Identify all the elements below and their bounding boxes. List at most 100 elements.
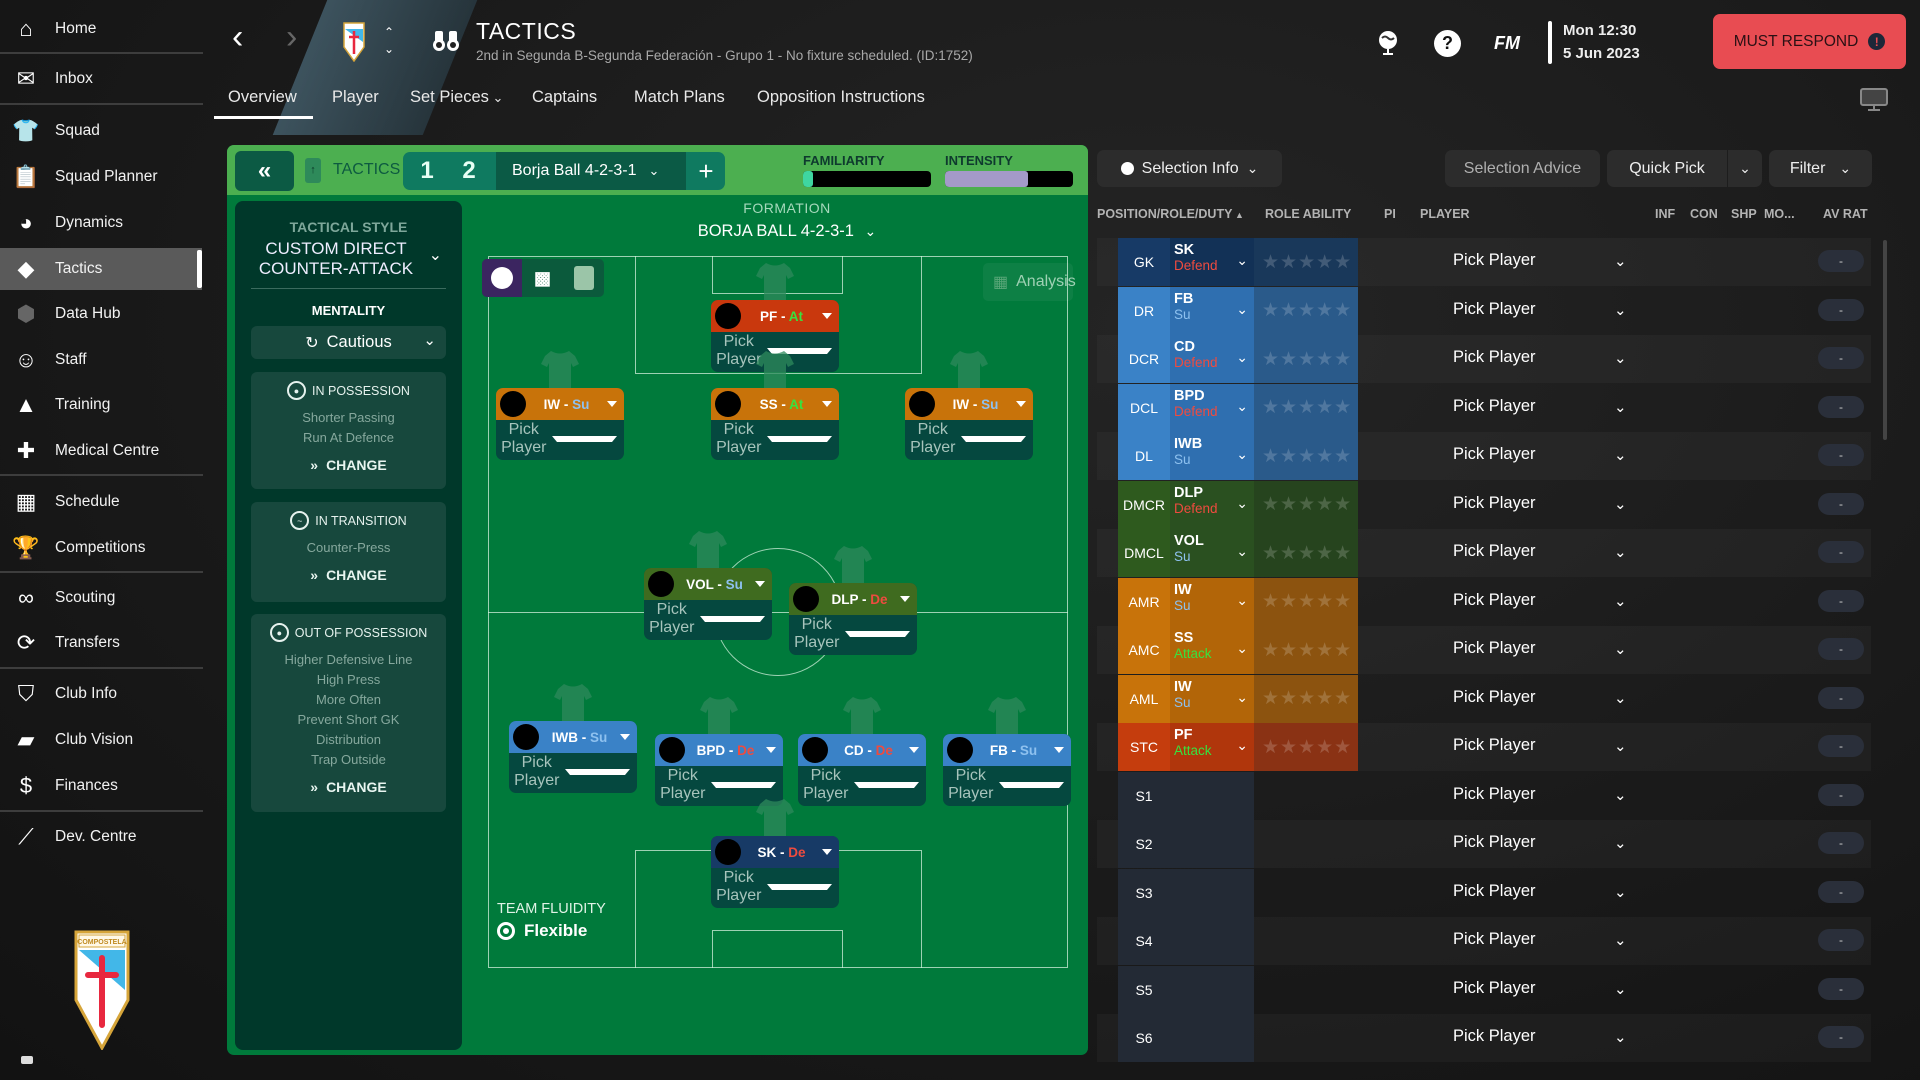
in-transition-change-button[interactable]: » CHANGE xyxy=(251,567,446,583)
table-row[interactable]: DCR CD Defend ⌄ ★★★★★ Pick Player ⌄ - xyxy=(1097,335,1871,383)
bar-chart-icon[interactable]: ▩ xyxy=(522,259,563,297)
column-header-con[interactable]: CON xyxy=(1690,207,1718,221)
tab-captains[interactable]: Captains xyxy=(532,88,597,107)
in-possession-change-button[interactable]: » CHANGE xyxy=(251,457,446,473)
chevron-down-icon[interactable]: ⌄ xyxy=(1614,689,1627,707)
column-header-pi[interactable]: PI xyxy=(1384,207,1396,221)
intensity-bar[interactable] xyxy=(945,171,1073,187)
player-role-slot[interactable]: FB - Su Pick Player xyxy=(943,734,1071,806)
column-header-mo[interactable]: MO... xyxy=(1764,207,1795,221)
chevron-down-icon[interactable]: ⌄ xyxy=(1614,786,1627,804)
pick-player-select[interactable]: Pick Player xyxy=(711,869,839,904)
role-duty-select[interactable]: VOL Su ⌄ xyxy=(1170,529,1254,577)
table-row[interactable]: DMCL VOL Su ⌄ ★★★★★ Pick Player ⌄ - xyxy=(1097,529,1871,577)
role-duty-select[interactable]: PF Attack ⌄ xyxy=(1170,723,1254,771)
role-header[interactable]: BPD - De xyxy=(655,734,783,766)
role-header[interactable]: SS - At xyxy=(711,388,839,420)
role-header[interactable]: DLP - De xyxy=(789,583,917,615)
role-duty-select[interactable]: FB Su ⌄ xyxy=(1170,286,1254,335)
pick-player-select[interactable]: Pick Player xyxy=(711,421,839,456)
player-select-label[interactable]: Pick Player xyxy=(1453,688,1536,707)
sidebar-item-home[interactable]: ⌂ Home xyxy=(0,8,202,50)
player-select-label[interactable]: Pick Player xyxy=(1453,979,1536,998)
table-row[interactable]: DMCR DLP Defend ⌄ ★★★★★ Pick Player ⌄ - xyxy=(1097,480,1871,529)
chevron-down-icon[interactable]: ⌄ xyxy=(1614,640,1627,658)
tab-overview[interactable]: Overview xyxy=(214,88,313,119)
player-role-slot[interactable]: IW - Su Pick Player xyxy=(905,388,1033,460)
player-select-label[interactable]: Pick Player xyxy=(1453,397,1536,416)
player-select-label[interactable]: Pick Player xyxy=(1453,348,1536,367)
globe-icon[interactable] xyxy=(1377,30,1399,61)
selection-info-button[interactable]: Selection Info ⌄ xyxy=(1097,150,1282,187)
sidebar-item-schedule[interactable]: ▦ Schedule xyxy=(0,481,202,523)
club-switch-arrows-icon[interactable]: ⌃ ⌄ xyxy=(384,24,394,58)
tab-set-pieces[interactable]: Set Pieces ⌄ xyxy=(410,88,503,107)
table-row[interactable]: S6 Pick Player ⌄ - xyxy=(1097,1014,1871,1062)
pick-player-select[interactable]: Pick Player xyxy=(789,616,917,651)
formation-select[interactable]: BORJA BALL 4-2-3-1 ⌄ xyxy=(557,222,1017,241)
chevron-down-icon[interactable]: ⌄ xyxy=(1614,398,1627,416)
player-role-slot[interactable]: SK - De Pick Player xyxy=(711,836,839,908)
sidebar-item-tactics[interactable]: ◆ Tactics xyxy=(0,248,202,290)
sidebar-item-squad[interactable]: 👕 Squad xyxy=(0,110,202,152)
chevron-down-icon[interactable]: ⌄ xyxy=(1614,252,1627,270)
player-select-label[interactable]: Pick Player xyxy=(1453,833,1536,852)
pick-player-select[interactable]: Pick Player xyxy=(943,767,1071,802)
back-arrow-icon[interactable]: ‹ xyxy=(232,18,243,57)
player-select-label[interactable]: Pick Player xyxy=(1453,542,1536,561)
role-header[interactable]: FB - Su xyxy=(943,734,1071,766)
column-header-shp[interactable]: SHP xyxy=(1731,207,1757,221)
role-header[interactable]: IW - Su xyxy=(496,388,624,420)
tab-opposition-instructions[interactable]: Opposition Instructions xyxy=(757,88,925,107)
role-duty-select[interactable]: IWB Su ⌄ xyxy=(1170,432,1254,480)
must-respond-button[interactable]: MUST RESPOND ! xyxy=(1713,14,1906,69)
screen-icon[interactable] xyxy=(1860,88,1888,117)
pick-player-select[interactable]: Pick Player xyxy=(644,601,772,636)
out-of-possession-change-button[interactable]: » CHANGE xyxy=(251,779,446,795)
role-header[interactable]: VOL - Su xyxy=(644,568,772,600)
table-row[interactable]: S3 Pick Player ⌄ - xyxy=(1097,868,1871,917)
role-duty-select[interactable]: IW Su ⌄ xyxy=(1170,577,1254,626)
sidebar-item-staff[interactable]: ☺ Staff xyxy=(0,339,202,381)
chevron-down-icon[interactable]: ⌄ xyxy=(1614,1028,1627,1046)
pick-player-select[interactable]: Pick Player xyxy=(496,421,624,456)
chevron-down-icon[interactable]: ⌄ xyxy=(1614,592,1627,610)
player-select-label[interactable]: Pick Player xyxy=(1453,494,1536,513)
role-duty-select[interactable]: IW Su ⌄ xyxy=(1170,674,1254,723)
sidebar-item-transfers[interactable]: ⟳ Transfers xyxy=(0,622,202,664)
tab-player[interactable]: Player xyxy=(332,88,379,107)
chevron-down-icon[interactable]: ⌄ xyxy=(1614,446,1627,464)
chevron-down-icon[interactable]: ⌄ xyxy=(1614,883,1627,901)
tactics-board-icon[interactable] xyxy=(563,259,604,297)
sidebar-item-inbox[interactable]: ✉ Inbox xyxy=(0,58,202,100)
tactic-select[interactable]: Borja Ball 4-2-3-1 ⌄ xyxy=(496,152,686,190)
table-row[interactable]: AML IW Su ⌄ ★★★★★ Pick Player ⌄ - xyxy=(1097,674,1871,723)
column-header-av-rat[interactable]: AV RAT xyxy=(1823,207,1868,221)
chevron-down-icon[interactable]: ⌄ xyxy=(1614,301,1627,319)
chevron-down-icon[interactable]: ⌄ xyxy=(1614,495,1627,513)
role-duty-select[interactable]: SS Attack ⌄ xyxy=(1170,626,1254,674)
sidebar-item-club-vision[interactable]: ▰ Club Vision xyxy=(0,719,202,761)
role-duty-select[interactable]: SK Defend ⌄ xyxy=(1170,238,1254,286)
player-select-label[interactable]: Pick Player xyxy=(1453,882,1536,901)
sidebar-item-squad-planner[interactable]: 📋 Squad Planner xyxy=(0,156,202,198)
column-header-role-ability[interactable]: ROLE ABILITY xyxy=(1265,207,1351,221)
role-header[interactable]: PF - At xyxy=(711,300,839,332)
club-badge-small[interactable] xyxy=(343,22,365,63)
collapse-button[interactable]: « xyxy=(235,151,294,191)
mentality-select[interactable]: ↻ Cautious ⌄ xyxy=(251,326,446,359)
sidebar-item-scouting[interactable]: ∞ Scouting xyxy=(0,577,202,619)
help-icon[interactable]: ? xyxy=(1434,30,1461,57)
player-role-slot[interactable]: DLP - De Pick Player xyxy=(789,583,917,655)
table-row[interactable]: S4 Pick Player ⌄ - xyxy=(1097,917,1871,965)
table-row[interactable]: DL IWB Su ⌄ ★★★★★ Pick Player ⌄ - xyxy=(1097,432,1871,480)
player-select-label[interactable]: Pick Player xyxy=(1453,300,1536,319)
role-header[interactable]: SK - De xyxy=(711,836,839,868)
table-row[interactable]: STC PF Attack ⌄ ★★★★★ Pick Player ⌄ - xyxy=(1097,723,1871,771)
player-select-label[interactable]: Pick Player xyxy=(1453,445,1536,464)
tactic-slot-2[interactable]: 2 xyxy=(449,152,489,190)
pick-player-select[interactable]: Pick Player xyxy=(905,421,1033,456)
sidebar-item-club-info[interactable]: ⛉ Club Info xyxy=(0,673,202,715)
role-duty-select[interactable]: CD Defend ⌄ xyxy=(1170,335,1254,383)
sidebar-item-finances[interactable]: $ Finances xyxy=(0,765,202,807)
